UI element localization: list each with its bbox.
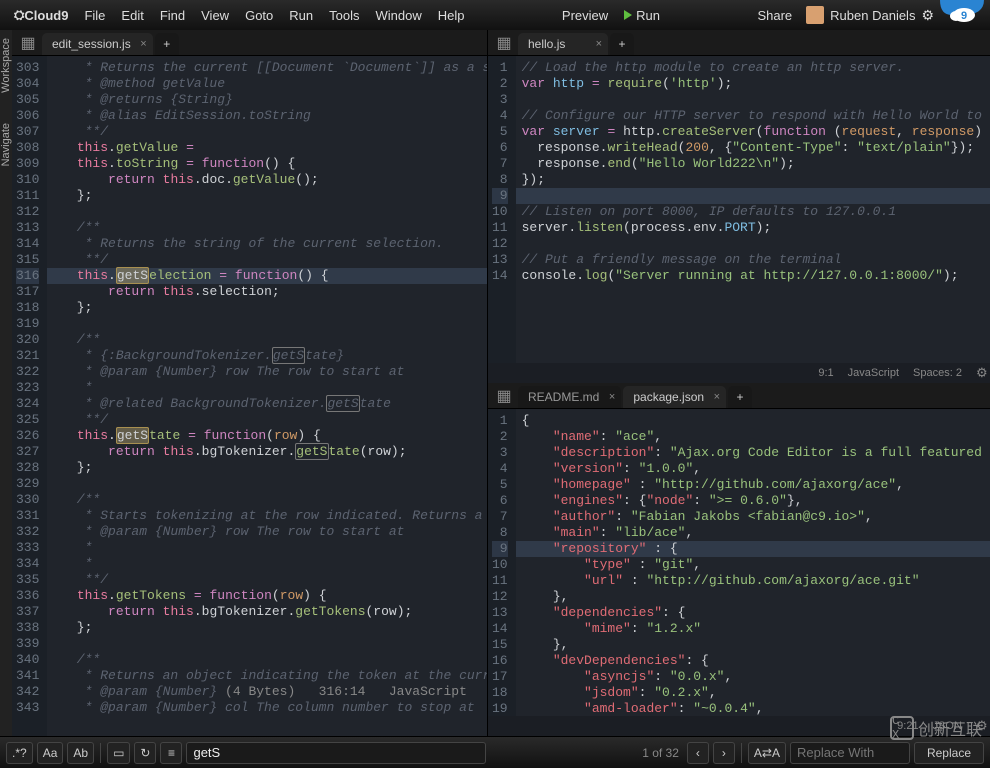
editor-bottom-right[interactable]: 1234567891011121314151617181920 { "name"…	[488, 409, 990, 716]
close-icon[interactable]: ×	[714, 391, 720, 403]
gutter: 1234567891011121314	[488, 56, 516, 363]
indent-mode[interactable]: Spaces: 2	[913, 367, 962, 379]
statusbar-top-right: 9:1 JavaScript Spaces: 2 ⚙	[488, 363, 990, 383]
menu-file[interactable]: File	[76, 8, 113, 23]
next-match-button[interactable]: ›	[713, 742, 735, 764]
tab-hello[interactable]: hello.js×	[518, 33, 608, 55]
tabbar-bottom-right: ▦ README.md× package.json× +	[488, 383, 990, 409]
pane-menu-icon[interactable]: ▦	[492, 31, 516, 55]
regex-toggle[interactable]: .*?	[6, 742, 33, 764]
left-sidebar: Workspace Navigate	[0, 30, 12, 736]
menu-items: FileEditFindViewGotoRunToolsWindowHelp	[76, 8, 472, 23]
gutter: 1234567891011121314151617181920	[488, 409, 516, 716]
tabbar-top-right: ▦ hello.js× +	[488, 30, 990, 56]
brand-icon: ⛭	[14, 7, 24, 23]
close-icon[interactable]: ×	[140, 38, 146, 50]
find-input[interactable]	[186, 742, 486, 764]
cloud9-logo-badge[interactable]: 9	[940, 0, 984, 30]
menu-run[interactable]: Run	[281, 8, 321, 23]
svg-text:9: 9	[961, 10, 967, 22]
editor-left[interactable]: 3033043053063073083093103113123133143153…	[12, 56, 487, 736]
tab-package-json[interactable]: package.json×	[623, 386, 726, 408]
settings-gear-icon[interactable]: ⚙	[921, 7, 934, 24]
menu-find[interactable]: Find	[152, 8, 193, 23]
font-size-toggle[interactable]: A⇄A	[748, 742, 786, 764]
new-tab-button[interactable]: +	[610, 33, 634, 55]
menu-view[interactable]: View	[193, 8, 237, 23]
brand[interactable]: ⛭ Cloud9	[6, 7, 76, 23]
menu-goto[interactable]: Goto	[237, 8, 281, 23]
wrap-toggle[interactable]: ↻	[134, 742, 156, 764]
preview-button[interactable]: Preview	[554, 8, 616, 23]
run-button[interactable]: Run	[616, 8, 668, 23]
menubar: ⛭ Cloud9 FileEditFindViewGotoRunToolsWin…	[0, 0, 990, 30]
pane-menu-icon[interactable]: ▦	[492, 384, 516, 408]
user-name: Ruben Daniels	[830, 8, 915, 23]
avatar	[806, 6, 824, 24]
tabbar-left: ▦ edit_session.js× +	[12, 30, 487, 56]
play-icon	[624, 10, 632, 20]
menu-tools[interactable]: Tools	[321, 8, 367, 23]
replace-input[interactable]	[790, 742, 910, 764]
replace-button[interactable]: Replace	[914, 742, 984, 764]
editor-top-right[interactable]: 1234567891011121314 // Load the http mod…	[488, 56, 990, 363]
prev-match-button[interactable]: ‹	[687, 742, 709, 764]
share-button[interactable]: Share	[749, 8, 800, 23]
gear-icon[interactable]: ⚙	[976, 365, 988, 381]
menu-window[interactable]: Window	[367, 8, 429, 23]
user-area[interactable]: Ruben Daniels ⚙	[800, 6, 940, 24]
language-mode[interactable]: JavaScript	[848, 367, 899, 379]
cursor-position: 9:1	[818, 367, 833, 379]
menu-help[interactable]: Help	[430, 8, 473, 23]
sidebar-navigate[interactable]: Navigate	[0, 123, 12, 166]
close-icon[interactable]: ×	[596, 38, 602, 50]
search-in-selection-toggle[interactable]: ▭	[107, 742, 130, 764]
tab-readme[interactable]: README.md×	[518, 386, 621, 408]
tab-edit-session[interactable]: edit_session.js×	[42, 33, 153, 55]
new-tab-button[interactable]: +	[728, 386, 752, 408]
menu-edit[interactable]: Edit	[113, 8, 151, 23]
brand-label: Cloud9	[24, 8, 68, 23]
watermark: C X 创新互联	[890, 716, 982, 740]
case-toggle[interactable]: Aa	[37, 742, 64, 764]
pane-menu-icon[interactable]: ▦	[16, 31, 40, 55]
whole-toggle[interactable]: ≡	[160, 742, 182, 764]
watermark-logo-icon: C X	[890, 716, 914, 740]
sidebar-workspace[interactable]: Workspace	[0, 38, 12, 93]
searchbar: .*? Aa Ab ▭ ↻ ≡ 1 of 32 ‹ › A⇄A Replace	[0, 736, 990, 768]
match-count: 1 of 32	[642, 746, 679, 760]
gutter: 3033043053063073083093103113123133143153…	[12, 56, 47, 736]
new-tab-button[interactable]: +	[155, 33, 179, 55]
whole-word-toggle[interactable]: Ab	[67, 742, 94, 764]
close-icon[interactable]: ×	[609, 391, 615, 403]
